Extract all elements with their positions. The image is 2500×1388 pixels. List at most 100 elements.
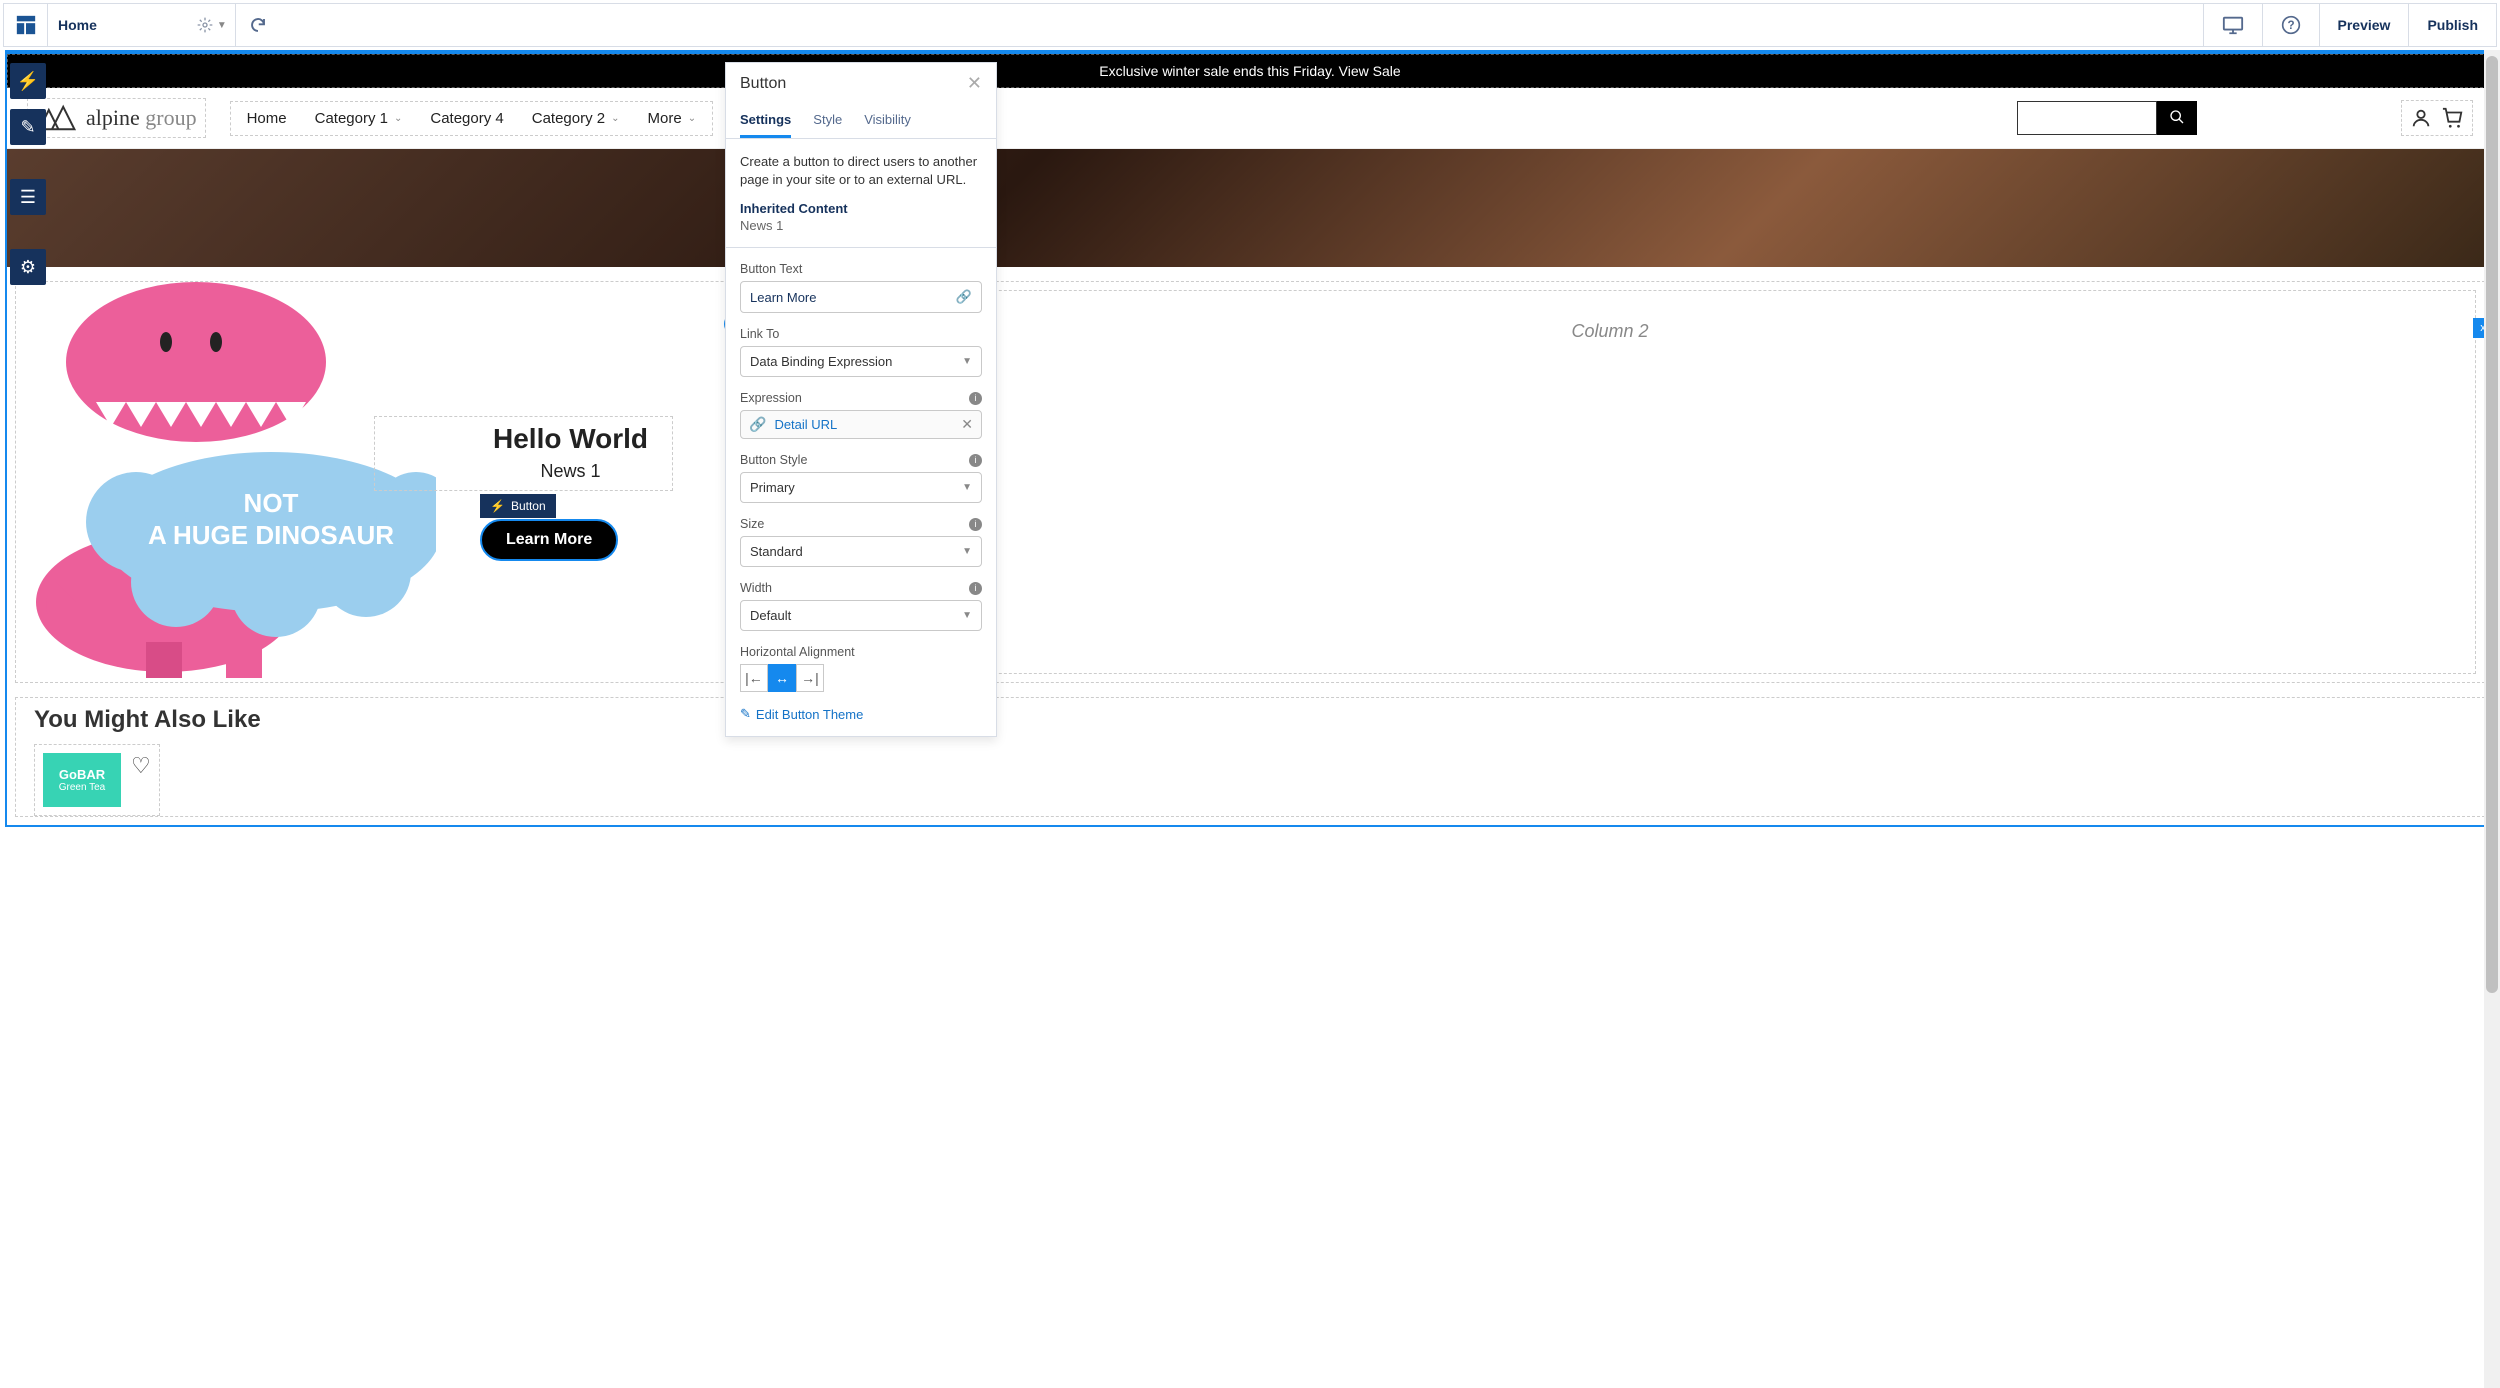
lightning-icon: ⚡ — [490, 499, 505, 513]
content-subtitle: News 1 — [493, 461, 648, 482]
wishlist-button[interactable]: ♡ — [131, 753, 151, 779]
search-icon — [2169, 109, 2185, 125]
refresh-button[interactable] — [236, 4, 280, 46]
builder-sidebar: ⚡ ✎ ☰ ⚙ — [10, 63, 46, 285]
site-logo[interactable]: alpine group — [27, 98, 206, 138]
cart-button[interactable] — [2440, 105, 2466, 131]
svg-text:A HUGE DINOSAUR: A HUGE DINOSAUR — [148, 520, 394, 550]
button-text-input[interactable]: 🔗 — [740, 281, 982, 313]
cart-icon — [2442, 107, 2464, 129]
preview-button[interactable]: Preview — [2319, 4, 2409, 46]
product-card[interactable]: GoBAR Green Tea ♡ — [34, 744, 160, 816]
promo-banner[interactable]: Exclusive winter sale ends this Friday. … — [7, 54, 2493, 88]
page-settings-dropdown[interactable]: ▼ — [197, 17, 227, 33]
site-navigation: alpine group Home Category 1 ⌄ Category … — [7, 88, 2493, 149]
search-input[interactable] — [2017, 101, 2157, 135]
suggestions-section[interactable]: You Might Also Like GoBAR Green Tea ♡ — [15, 697, 2485, 817]
field-button-style: Button Stylei Primary ▼ — [740, 453, 982, 503]
panel-intro: Create a button to direct users to anoth… — [726, 139, 996, 248]
brush-icon: ✎ — [740, 706, 751, 722]
page-title-section: Home ▼ — [48, 4, 236, 46]
themes-button[interactable]: ✎ — [10, 109, 46, 145]
components-button[interactable]: ⚡ — [10, 63, 46, 99]
edit-button-theme-link[interactable]: ✎ Edit Button Theme — [740, 706, 982, 722]
page-canvas: Exclusive winter sale ends this Friday. … — [5, 50, 2495, 827]
nav-category-2[interactable]: Category 2 ⌄ — [532, 110, 620, 127]
desktop-icon — [2222, 14, 2244, 36]
size-select[interactable]: Standard ▼ — [740, 536, 982, 567]
properties-panel: Button ✕ Settings Style Visibility Creat… — [725, 62, 997, 737]
selection-badge[interactable]: ⚡Button — [480, 494, 556, 518]
structure-button[interactable]: ☰ — [10, 179, 46, 215]
svg-text:?: ? — [2287, 19, 2294, 32]
menu-icon: ☰ — [20, 187, 36, 208]
two-column-row: NOT A HUGE DINOSAUR Hello World News 1 ⚡… — [15, 281, 2485, 683]
align-right-button[interactable]: →| — [796, 664, 824, 692]
field-link-to: Link To Data Binding Expression ▼ — [740, 327, 982, 377]
publish-button[interactable]: Publish — [2408, 4, 2496, 46]
learn-more-button[interactable]: Learn More — [480, 519, 618, 561]
chevron-down-icon: ⌄ — [611, 113, 619, 124]
clear-expression-button[interactable]: ✕ — [961, 416, 973, 433]
field-width: Widthi Default ▼ — [740, 581, 982, 631]
account-button[interactable] — [2408, 105, 2434, 131]
field-alignment: Horizontal Alignment |← ↔ →| — [740, 645, 982, 692]
product-image: GoBAR Green Tea — [43, 753, 121, 807]
refresh-icon — [249, 16, 267, 34]
lightning-icon: ⚡ — [17, 71, 39, 92]
viewport-button[interactable] — [2203, 4, 2262, 46]
suggestions-heading: You Might Also Like — [34, 706, 2466, 734]
tab-style[interactable]: Style — [813, 104, 842, 138]
tab-settings[interactable]: Settings — [740, 104, 791, 138]
panel-title: Button — [740, 75, 786, 93]
svg-text:NOT: NOT — [244, 488, 299, 518]
link-icon[interactable]: 🔗 — [956, 289, 972, 305]
tab-visibility[interactable]: Visibility — [864, 104, 911, 138]
settings-button[interactable]: ⚙ — [10, 249, 46, 285]
column-placeholder: Column 2 — [1571, 321, 1648, 342]
help-icon: ? — [2281, 15, 2301, 35]
help-button[interactable]: ? — [2262, 4, 2319, 46]
expression-input[interactable]: 🔗 Detail URL ✕ — [740, 410, 982, 439]
nav-category-1[interactable]: Category 1 ⌄ — [315, 110, 403, 127]
content-text-block[interactable]: Hello World News 1 — [374, 416, 673, 491]
width-select[interactable]: Default ▼ — [740, 600, 982, 631]
brush-icon: ✎ — [20, 117, 35, 138]
button-style-select[interactable]: Primary ▼ — [740, 472, 982, 503]
pages-icon[interactable] — [4, 4, 48, 46]
align-left-button[interactable]: |← — [740, 664, 768, 692]
nav-more[interactable]: More ⌄ — [648, 110, 697, 127]
panel-close-button[interactable]: ✕ — [967, 73, 982, 94]
column-2[interactable]: Column 2 — [744, 290, 2476, 674]
search-button[interactable] — [2157, 101, 2197, 135]
info-icon[interactable]: i — [969, 582, 982, 595]
panel-tabs: Settings Style Visibility — [726, 104, 996, 139]
panel-form: Button Text 🔗 Link To Data Binding Expre… — [726, 248, 996, 736]
builder-toolbar: Home ▼ ? Preview Publish — [3, 3, 2497, 47]
scrollbar-vertical[interactable] — [2484, 50, 2500, 1388]
info-icon[interactable]: i — [969, 518, 982, 531]
inherited-content-value: News 1 — [740, 218, 982, 233]
align-center-button[interactable]: ↔ — [768, 664, 796, 692]
search-box — [2017, 101, 2197, 135]
link-to-select[interactable]: Data Binding Expression ▼ — [740, 346, 982, 377]
info-icon[interactable]: i — [969, 454, 982, 467]
scrollbar-thumb[interactable] — [2486, 56, 2498, 993]
chevron-down-icon: ▼ — [962, 610, 972, 621]
news-component[interactable]: NOT A HUGE DINOSAUR Hello World News 1 ⚡… — [16, 282, 736, 682]
content-title: Hello World — [493, 423, 648, 455]
nav-home[interactable]: Home — [247, 110, 287, 127]
dinosaur-illustration: NOT A HUGE DINOSAUR — [16, 282, 436, 682]
page-title: Home — [58, 17, 97, 33]
selected-button-wrapper: ⚡Button Learn More — [480, 494, 618, 561]
link-icon: 🔗 — [749, 416, 766, 433]
field-expression: Expressioni 🔗 Detail URL ✕ — [740, 391, 982, 439]
chevron-down-icon: ⌄ — [688, 113, 696, 124]
user-icon — [2410, 107, 2432, 129]
chevron-down-icon: ⌄ — [394, 113, 402, 124]
nav-category-4[interactable]: Category 4 — [430, 110, 503, 127]
gear-icon: ⚙ — [20, 257, 36, 278]
chevron-down-icon: ▼ — [962, 482, 972, 493]
info-icon[interactable]: i — [969, 392, 982, 405]
inherited-content-label: Inherited Content — [740, 201, 982, 216]
